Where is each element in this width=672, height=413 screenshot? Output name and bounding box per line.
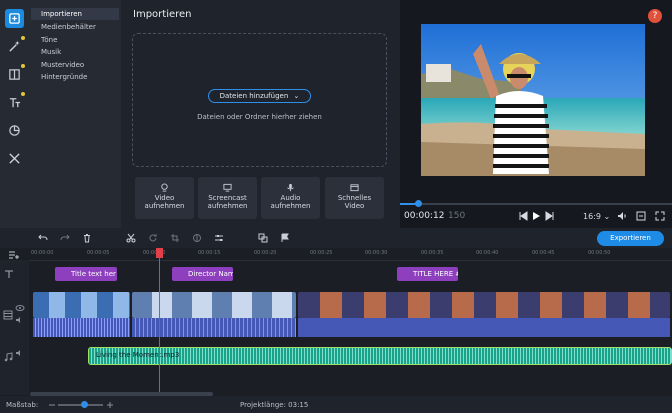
rotate-icon[interactable] (148, 233, 158, 243)
timecode-frames: 150 (448, 211, 466, 221)
project-length: Projektlänge: 03:15 (240, 401, 309, 409)
record-audio-button[interactable]: Audio aufnehmen (261, 177, 320, 219)
import-icon[interactable] (5, 9, 24, 28)
category-list: Importieren Medienbehälter Töne Musik Mu… (29, 0, 121, 228)
previous-icon[interactable] (518, 211, 528, 221)
category-importieren[interactable]: Importieren (31, 8, 119, 20)
chevron-down-icon: ⌄ (603, 212, 611, 221)
ruler-tick: 00:00:05 (87, 250, 110, 256)
ruler-tick: 00:00:25 (310, 250, 333, 256)
audio-waveform[interactable] (298, 318, 670, 337)
timeline-toolbar (0, 228, 672, 248)
drop-hint: Dateien oder Ordner hierher ziehen (197, 113, 322, 121)
webcam-icon (161, 183, 168, 192)
crop-icon[interactable] (170, 233, 180, 243)
category-toene[interactable]: Töne (31, 34, 119, 46)
audio-waveform[interactable] (132, 318, 296, 337)
record-video-button[interactable]: Video aufnehmen (135, 177, 194, 219)
preview-video-frame (421, 24, 645, 176)
ruler-tick: 00:00:00 (31, 250, 54, 256)
ruler-tick: 00:00:40 (476, 250, 499, 256)
title-clip[interactable]: Director Nam (172, 267, 233, 281)
record-screencast-button[interactable]: Screencast aufnehmen (198, 177, 257, 219)
zoom-in-icon[interactable] (106, 401, 114, 409)
video-clip[interactable] (132, 292, 296, 318)
scissors-icon[interactable] (126, 233, 136, 243)
ruler-tick: 00:00:20 (254, 250, 277, 256)
aspect-ratio-select[interactable]: 16:9 ⌄ (583, 212, 610, 221)
category-musik[interactable]: Musik (31, 46, 119, 58)
next-icon[interactable] (545, 211, 555, 221)
help-button[interactable]: ? (648, 9, 662, 23)
preview-seekbar[interactable] (400, 203, 672, 205)
record-audio-label: Audio aufnehmen (270, 194, 311, 210)
stickers-icon[interactable] (5, 121, 24, 140)
undo-icon[interactable] (38, 233, 48, 243)
seekbar-handle[interactable] (415, 200, 422, 207)
volume-icon[interactable] (617, 211, 627, 221)
eye-icon[interactable] (15, 304, 25, 312)
video-clip[interactable] (33, 292, 130, 318)
titles-icon[interactable] (5, 92, 25, 112)
track-headers (0, 260, 29, 395)
track-volume-icon[interactable] (15, 349, 25, 357)
zoom-slider-handle[interactable] (81, 401, 88, 408)
video-track-icon (3, 310, 13, 320)
magic-wand-icon[interactable] (5, 36, 25, 56)
audio-waveform[interactable] (33, 318, 130, 337)
chevron-down-icon: ⌄ (293, 92, 300, 100)
title-track-icon (5, 270, 13, 278)
ruler-tick: 00:00:15 (198, 250, 221, 256)
settings-sliders-icon[interactable] (214, 233, 224, 243)
ruler-tick: 00:00:45 (532, 250, 555, 256)
ruler-tick: 00:00:30 (365, 250, 388, 256)
zoom-out-icon[interactable] (48, 401, 56, 409)
play-icon[interactable] (531, 211, 541, 221)
record-screencast-label: Screencast aufnehmen (207, 194, 248, 210)
track-volume-icon[interactable] (15, 316, 25, 324)
flag-icon[interactable] (280, 233, 290, 243)
trash-icon[interactable] (82, 233, 92, 243)
quick-video-label: Schnelles Video (337, 194, 372, 210)
music-clip-label: Living the Moment.mp3 (96, 351, 180, 359)
video-clip[interactable] (298, 292, 670, 318)
add-files-label: Dateien hinzufügen (219, 92, 289, 100)
microphone-icon (287, 183, 294, 192)
record-video-label: Video aufnehmen (144, 194, 185, 210)
ruler-tick: 00:00:35 (421, 250, 444, 256)
add-files-button[interactable]: Dateien hinzufügen ⌄ (208, 89, 311, 103)
color-adjust-icon[interactable] (192, 233, 202, 243)
title-clip[interactable]: TITLE HERE # (397, 267, 458, 281)
timeline-ruler[interactable] (29, 248, 672, 261)
monitor-icon (223, 183, 232, 192)
timecode: 00:00:12 (404, 211, 445, 221)
music-track-icon (4, 352, 13, 362)
add-track-icon[interactable] (8, 250, 20, 260)
panel-title: Importieren (133, 9, 192, 20)
ruler-tick: 00:00:50 (588, 250, 611, 256)
category-mustervideo[interactable]: Mustervideo (31, 59, 119, 71)
transitions-icon[interactable] (5, 64, 25, 84)
redo-icon[interactable] (60, 233, 70, 243)
aspect-ratio-value: 16:9 (583, 212, 601, 221)
export-button[interactable]: Exportieren (597, 231, 664, 246)
tool-rail (0, 0, 29, 228)
category-medienbehaelter[interactable]: Medienbehälter (31, 21, 119, 33)
scale-label: Maßstab: (6, 401, 39, 409)
playhead[interactable] (159, 248, 160, 393)
category-hintergruende[interactable]: Hintergründe (31, 71, 119, 83)
quick-video-icon (350, 184, 359, 192)
snapshot-icon[interactable] (636, 211, 646, 221)
fullscreen-icon[interactable] (655, 211, 665, 221)
overlay-icon[interactable] (258, 233, 268, 243)
tools-icon[interactable] (5, 149, 24, 168)
quick-video-button[interactable]: Schnelles Video (325, 177, 384, 219)
title-clip[interactable]: Title text her (55, 267, 117, 281)
